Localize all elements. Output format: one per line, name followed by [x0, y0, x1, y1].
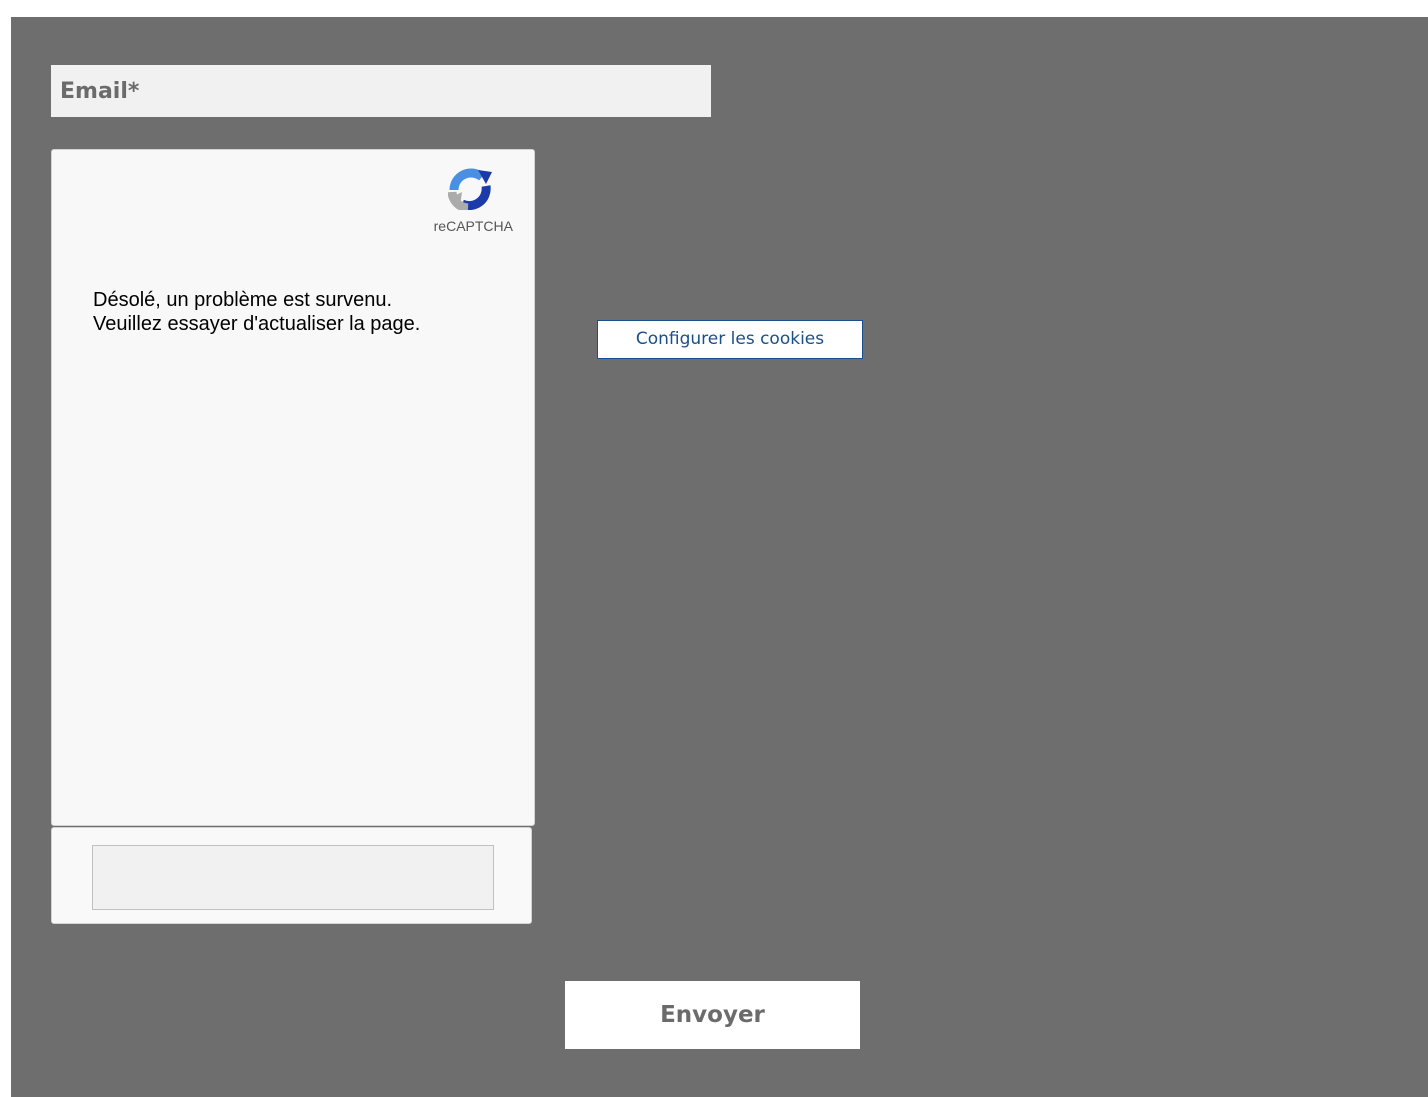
configure-cookies-button[interactable]: Configurer les cookies — [597, 320, 863, 359]
recaptcha-error-message: Désolé, un problème est survenu. Veuille… — [93, 288, 513, 336]
recaptcha-error-line: Veuillez essayer d'actualiser la page. — [93, 313, 421, 335]
recaptcha-logo-icon — [448, 168, 492, 210]
recaptcha-frame: reCAPTCHA Désolé, un problème est surven… — [51, 149, 535, 826]
submit-button[interactable]: Envoyer — [565, 981, 860, 1049]
email-field[interactable] — [51, 65, 711, 117]
recaptcha-response-textarea[interactable] — [92, 845, 494, 910]
recaptcha-response-box — [51, 827, 532, 924]
recaptcha-brand-label: reCAPTCHA — [433, 218, 513, 234]
recaptcha-error-line: Désolé, un problème est survenu. — [93, 289, 393, 311]
